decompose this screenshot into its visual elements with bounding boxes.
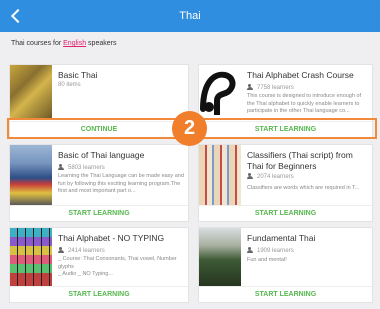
learner-count: 1909 learners — [247, 247, 294, 254]
course-thumbnail — [199, 65, 241, 115]
course-title: Classifiers (Thai script) from Thai for … — [247, 150, 353, 171]
course-title: Basic Thai — [58, 70, 98, 80]
course-thumbnail — [10, 145, 52, 205]
course-thumbnail — [10, 65, 52, 118]
start-learning-button[interactable]: START LEARNING — [199, 286, 372, 302]
course-card-basic-thai[interactable]: Basic Thai 80 items CONTINUE — [9, 64, 189, 138]
course-description: _ Course: Thai Consonants, Thai vowel, N… — [58, 256, 177, 277]
learner-count-text: 2414 learners — [68, 248, 105, 254]
learner-count-text: 1909 learners — [257, 248, 294, 254]
top-bar: Thai — [0, 0, 380, 32]
learner-count-text: 2074 learners — [257, 174, 294, 180]
start-learning-button[interactable]: START LEARNING — [10, 286, 188, 302]
tutorial-step-badge: 2 — [172, 111, 207, 146]
subtitle-prefix: Thai courses for — [11, 40, 64, 47]
learner-count: 7758 learners — [247, 84, 294, 91]
thai-script-logo-icon — [200, 71, 236, 115]
course-title: Basic of Thai language — [58, 150, 145, 160]
course-card-classifiers[interactable]: Classifiers (Thai script) from Thai for … — [198, 144, 373, 222]
learners-icon — [247, 173, 254, 179]
course-description: Classifiers are words which are required… — [247, 185, 360, 191]
course-thumbnail — [10, 228, 52, 286]
learners-icon — [247, 84, 254, 90]
course-thumbnail — [199, 228, 241, 286]
learners-icon — [247, 247, 254, 253]
source-language-link[interactable]: English — [63, 40, 86, 47]
learner-count-text: 5803 learners — [68, 165, 105, 171]
course-card-basic-of-thai-language[interactable]: Basic of Thai language 5803 learners Lea… — [9, 144, 189, 222]
subtitle-suffix: speakers — [86, 40, 117, 47]
start-learning-button[interactable]: START LEARNING — [10, 205, 188, 221]
course-card-fundamental-thai[interactable]: Fundamental Thai 1909 learners Fun and m… — [198, 227, 373, 303]
course-title: Thai Alphabet Crash Course — [247, 70, 354, 80]
learner-count: 2414 learners — [58, 247, 105, 254]
learner-count-text: 7758 learners — [257, 85, 294, 91]
start-learning-button[interactable]: START LEARNING — [199, 121, 372, 137]
learner-count: 2074 learners — [247, 173, 294, 180]
learner-count: 5803 learners — [58, 164, 105, 171]
course-item-count: 80 items — [58, 82, 81, 88]
course-thumbnail — [199, 145, 241, 205]
courses-subtitle: Thai courses for English speakers — [11, 40, 116, 47]
learners-icon — [58, 247, 65, 253]
start-learning-button[interactable]: START LEARNING — [199, 205, 372, 221]
page-title: Thai — [179, 10, 201, 22]
course-title: Fundamental Thai — [247, 233, 316, 243]
learners-icon — [58, 164, 65, 170]
course-title: Thai Alphabet - NO TYPING — [58, 233, 165, 243]
course-description: This course is designed to introduce eno… — [247, 93, 362, 114]
course-card-thai-alphabet-no-typing[interactable]: Thai Alphabet - NO TYPING 2414 learners … — [9, 227, 189, 303]
course-description: Learning the Thai Language can be made e… — [58, 173, 184, 194]
course-card-thai-alphabet-crash[interactable]: Thai Alphabet Crash Course 7758 learners… — [198, 64, 373, 138]
continue-button[interactable]: CONTINUE — [10, 121, 188, 137]
course-description: Fun and mental! — [247, 257, 287, 263]
